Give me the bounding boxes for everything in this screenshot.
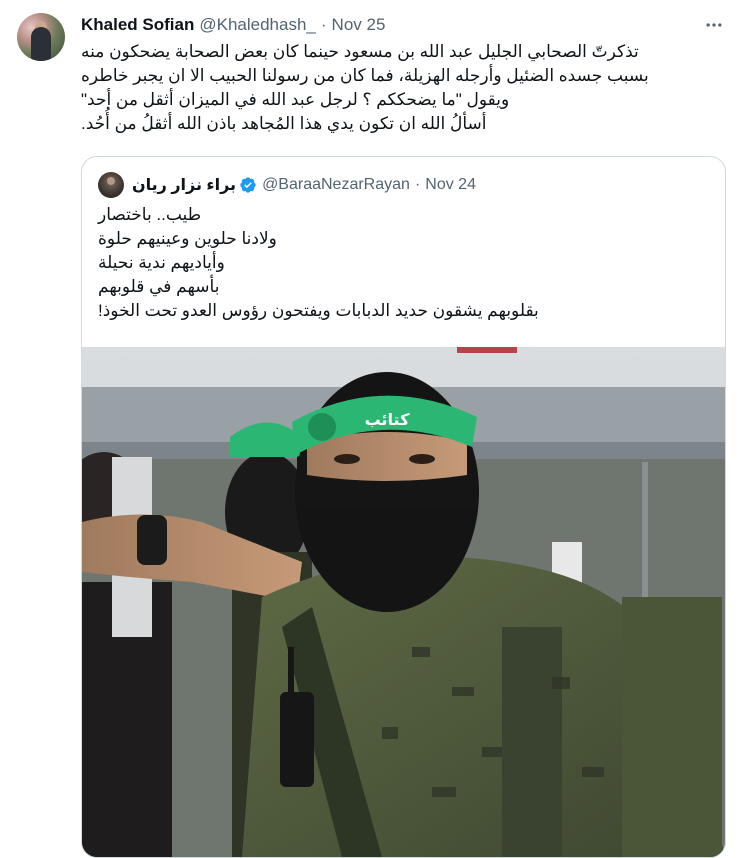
- author-avatar[interactable]: [17, 13, 65, 61]
- tweet-text-line: أسألُ الله ان تكون يدي هذا المُجاهد باذن…: [81, 114, 487, 133]
- quote-text-line: ولادنا حلوين وعينيهم حلوة: [98, 229, 277, 248]
- more-horizontal-icon: [706, 23, 722, 27]
- media-photo: كتائب: [82, 347, 725, 857]
- tweet-text-line: بسبب جسده الضئيل وأرجله الهزيلة، فما كان…: [81, 66, 649, 85]
- quote-author-handle[interactable]: @BaraaNezarRayan: [262, 176, 410, 194]
- verified-badge-icon: [239, 176, 257, 194]
- avatar-figure: [31, 27, 51, 61]
- author-handle[interactable]: @Khaledhash_: [199, 15, 316, 35]
- quote-date[interactable]: Nov 24: [425, 176, 476, 194]
- headband-text: كتائب: [365, 410, 410, 429]
- tweet-text-line: تذكرتّ الصحابي الجليل عبد الله بن مسعود …: [81, 42, 639, 61]
- quote-media-image[interactable]: كتائب: [82, 347, 725, 857]
- quote-author-avatar[interactable]: [98, 172, 124, 198]
- quote-text: طيب.. باختصار ولادنا حلوين وعينيهم حلوة …: [98, 203, 708, 323]
- header-separator: ·: [320, 15, 327, 34]
- quote-text-line: بقلوبهم يشقون حديد الدبابات ويفتحون رؤوس…: [98, 301, 539, 320]
- tweet-header: Khaled Sofian @Khaledhash_ · Nov 25: [81, 13, 385, 37]
- tweet-text: تذكرتّ الصحابي الجليل عبد الله بن مسعود …: [81, 40, 726, 136]
- quote-text-line: بأسهم في قلوبهم: [98, 277, 220, 296]
- more-options-button[interactable]: [703, 14, 725, 36]
- quote-header: براء نزار ريان @BaraaNezarRayan · Nov 24: [98, 172, 476, 198]
- quote-author-name[interactable]: براء نزار ريان: [132, 175, 236, 195]
- tweet-text-line: ويقول "ما يضحككم ؟ لرجل عبد الله في المي…: [81, 90, 510, 109]
- quote-header-separator: ·: [414, 176, 421, 193]
- quoted-tweet[interactable]: براء نزار ريان @BaraaNezarRayan · Nov 24…: [81, 156, 726, 858]
- tweet[interactable]: Khaled Sofian @Khaledhash_ · Nov 25 تذكر…: [0, 0, 743, 858]
- quote-text-line: طيب.. باختصار: [98, 205, 202, 224]
- author-name[interactable]: Khaled Sofian: [81, 15, 194, 35]
- tweet-date[interactable]: Nov 25: [332, 15, 386, 35]
- quote-text-line: وأياديهم ندية نحيلة: [98, 253, 225, 272]
